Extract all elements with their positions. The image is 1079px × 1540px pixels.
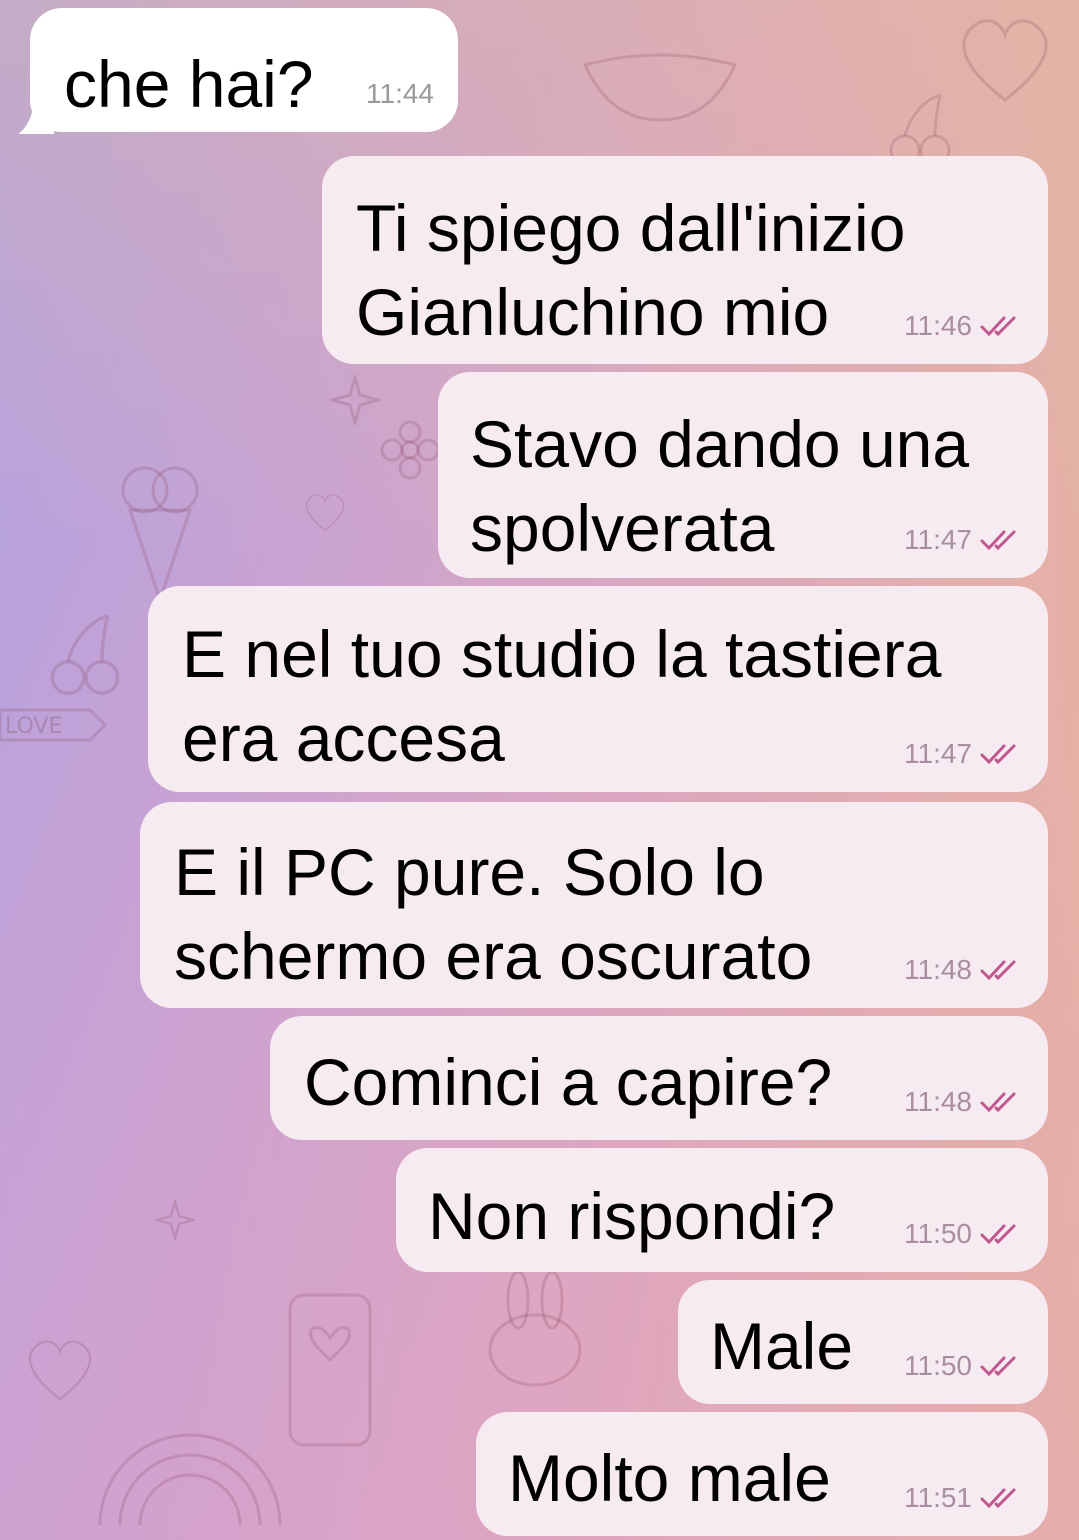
message-meta: 11:50 [904, 1350, 1024, 1382]
outgoing-message[interactable]: E il PC pure. Solo lo schermo era oscura… [140, 802, 1048, 1008]
message-time: 11:48 [904, 1086, 972, 1117]
message-time: 11:51 [904, 1482, 972, 1513]
outgoing-message[interactable]: Non rispondi? 11:50 [396, 1148, 1048, 1272]
outgoing-message[interactable]: Molto male 11:51 [476, 1412, 1048, 1536]
message-meta: 11:48 [904, 1086, 1024, 1118]
double-check-icon [980, 960, 1016, 981]
double-check-icon [980, 1224, 1016, 1245]
incoming-message[interactable]: che hai? 11:44 [30, 8, 458, 132]
outgoing-message[interactable]: Male 11:50 [678, 1280, 1048, 1404]
message-time: 11:50 [904, 1218, 972, 1249]
message-meta: 11:51 [904, 1482, 1024, 1514]
message-list[interactable]: che hai? 11:44 Ti spiego dall'inizio Gia… [0, 0, 1079, 1540]
bubble-tail [18, 104, 54, 134]
double-check-icon [980, 744, 1016, 765]
double-check-icon [980, 1488, 1016, 1509]
message-meta: 11:44 [366, 78, 434, 110]
message-time: 11:47 [904, 524, 972, 555]
message-meta: 11:46 [904, 310, 1024, 342]
outgoing-message[interactable]: E nel tuo studio la tastiera era accesa … [148, 586, 1048, 792]
outgoing-message[interactable]: Stavo dando una spolverata 11:47 [438, 372, 1048, 578]
message-time: 11:50 [904, 1350, 972, 1381]
message-meta: 11:47 [904, 738, 1024, 770]
double-check-icon [980, 530, 1016, 551]
double-check-icon [980, 316, 1016, 337]
double-check-icon [980, 1356, 1016, 1377]
message-time: 11:48 [904, 954, 972, 985]
message-time: 11:46 [904, 310, 972, 341]
message-meta: 11:47 [904, 524, 1024, 556]
outgoing-message[interactable]: Ti spiego dall'inizio Gianluchino mio 11… [322, 156, 1048, 364]
outgoing-message[interactable]: Cominci a capire? 11:48 [270, 1016, 1048, 1140]
message-meta: 11:50 [904, 1218, 1024, 1250]
message-time: 11:47 [904, 738, 972, 769]
double-check-icon [980, 1092, 1016, 1113]
message-time: 11:44 [366, 78, 434, 109]
message-meta: 11:48 [904, 954, 1024, 986]
